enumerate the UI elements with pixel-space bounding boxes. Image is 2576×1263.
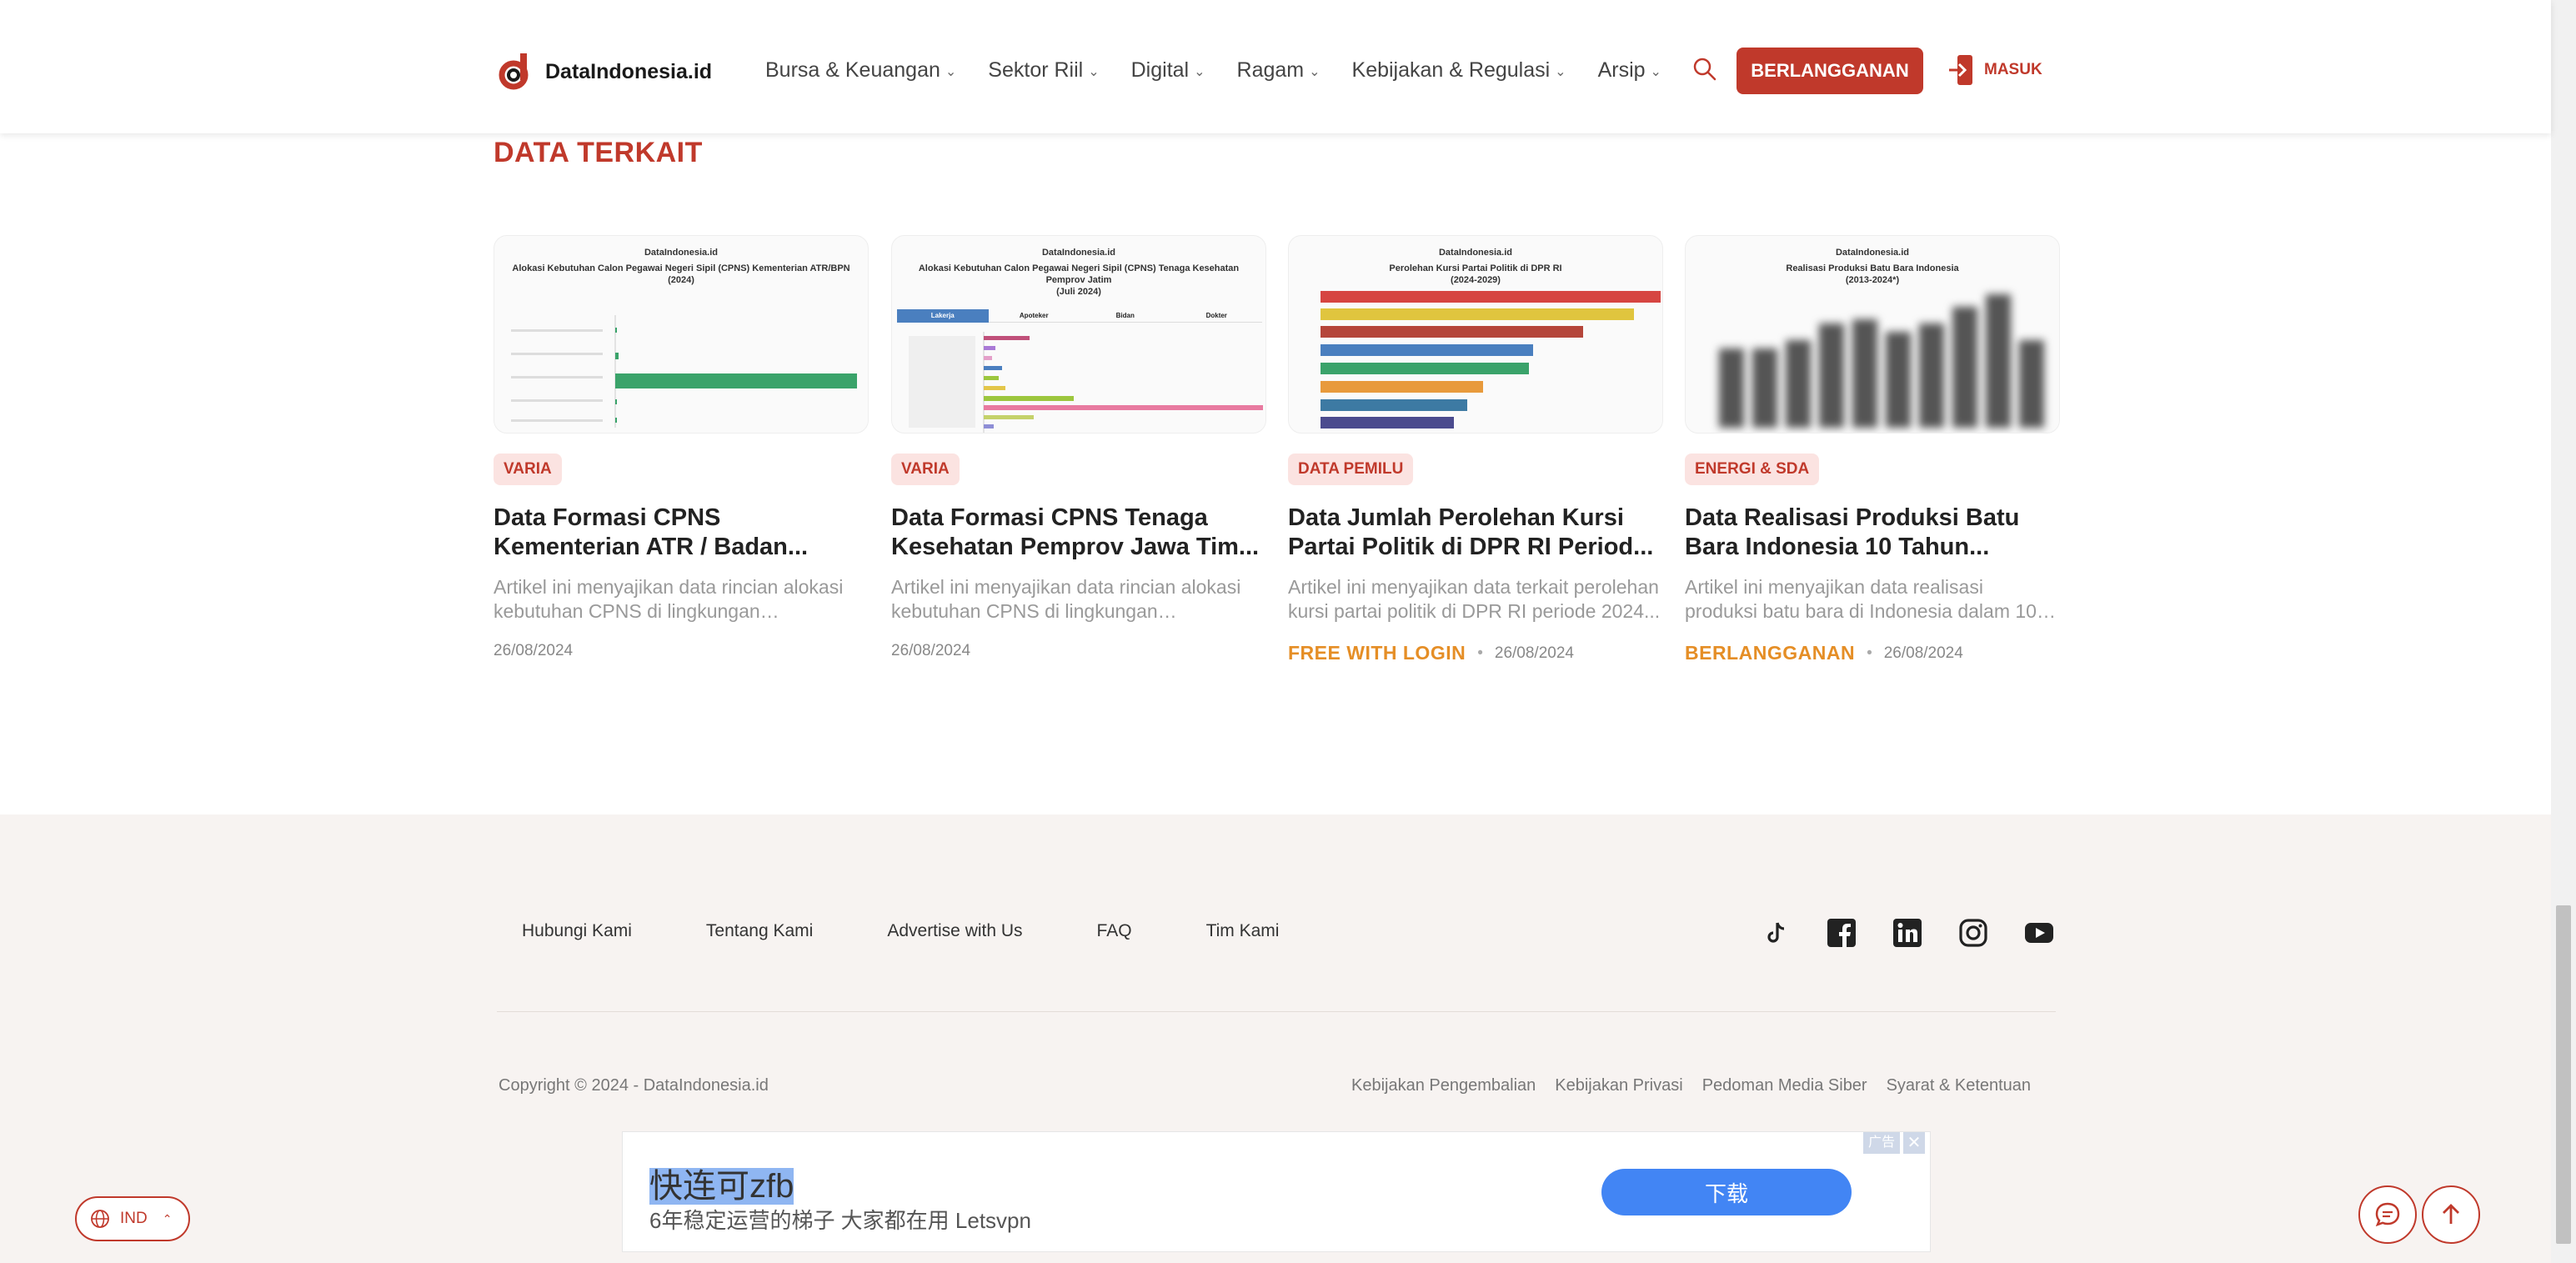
card-description: Artikel ini menyajikan data realisasi pr… (1685, 576, 2037, 622)
thumb-chart (511, 315, 857, 428)
blurred-chart (1719, 294, 2044, 428)
linkedin-icon[interactable] (1892, 918, 1922, 948)
language-selector[interactable]: IND ⌃ (75, 1196, 190, 1241)
chevron-down-icon: ⌄ (1555, 64, 1566, 79)
card-title[interactable]: Data Realisasi Produksi Batu Bara Indone… (1685, 504, 2060, 562)
logo-icon (499, 53, 529, 90)
scroll-top-button[interactable] (2422, 1185, 2480, 1244)
card-thumbnail[interactable]: DataIndonesia.id Realisasi Produksi Batu… (1685, 235, 2060, 434)
card-meta: BERLANGGANAN • 26/08/2024 (1685, 642, 2060, 664)
card-meta: FREE WITH LOGIN • 26/08/2024 (1288, 642, 1663, 664)
card-thumbnail[interactable]: DataIndonesia.id Alokasi Kebutuhan Calon… (494, 235, 869, 434)
ad-banner[interactable]: 快连可zfb 6年稳定运营的梯子 大家都在用 Letsvpn 下载 广告 ✕ (622, 1131, 1931, 1252)
chevron-down-icon: ⌄ (1650, 64, 1661, 79)
logo-text: DataIndonesia.id (545, 59, 713, 83)
footer-links: Hubungi Kami Tentang Kami Advertise with… (522, 921, 1279, 941)
footer-link-faq[interactable]: FAQ (1097, 921, 1132, 941)
related-card[interactable]: DataIndonesia.id Perolehan Kursi Partai … (1288, 235, 1663, 664)
separator-dot: • (1867, 644, 1872, 662)
main-nav: Bursa & Keuangan ⌄ Sektor Riil ⌄ Digital ⌄ … (765, 58, 1661, 83)
ad-badge: 广告 (1862, 1132, 1900, 1154)
chevron-up-icon: ⌃ (162, 1211, 173, 1225)
globe-icon (91, 1210, 109, 1228)
ad-download-button[interactable]: 下载 (1601, 1169, 1852, 1215)
card-description: Artikel ini menyajikan data rincian alok… (494, 576, 844, 622)
nav-arsip[interactable]: Arsip ⌄ (1598, 58, 1661, 83)
card-meta: 26/08/2024 (891, 642, 1266, 660)
youtube-icon[interactable] (2024, 918, 2054, 948)
site-header: DataIndonesia.id Bursa & Keuangan ⌄ Sekto… (0, 0, 2551, 133)
footer-divider (497, 1011, 2056, 1012)
ad-subtitle: 6年稳定运营的梯子 大家都在用 Letsvpn (649, 1208, 1031, 1233)
card-title[interactable]: Data Jumlah Perolehan Kursi Partai Polit… (1288, 504, 1663, 562)
card-date: 26/08/2024 (1494, 644, 1574, 662)
search-icon[interactable] (1692, 57, 1717, 82)
access-label[interactable]: FREE WITH LOGIN (1288, 642, 1466, 664)
card-meta: 26/08/2024 (494, 642, 869, 660)
chat-icon (2375, 1202, 2400, 1227)
footer-link-tentang-kami[interactable]: Tentang Kami (706, 921, 813, 941)
related-card[interactable]: DataIndonesia.id Realisasi Produksi Batu… (1685, 235, 2060, 664)
thumb-chart (909, 332, 1263, 433)
login-button[interactable]: MASUK (1947, 53, 2042, 87)
category-badge[interactable]: VARIA (494, 454, 562, 485)
category-badge[interactable]: DATA PEMILU (1288, 454, 1414, 485)
arrow-up-icon (2443, 1204, 2459, 1224)
ad-title[interactable]: 快连可zfb (649, 1159, 794, 1207)
copyright: Copyright © 2024 - DataIndonesia.id (499, 1076, 769, 1095)
footer-link-advertise[interactable]: Advertise with Us (887, 921, 1022, 941)
login-icon (1949, 55, 1972, 85)
thumb-chart (1321, 291, 1661, 429)
legal-link-kebijakan-pengembalian[interactable]: Kebijakan Pengembalian (1351, 1076, 1536, 1095)
chevron-down-icon: ⌄ (1309, 64, 1321, 79)
card-date: 26/08/2024 (494, 642, 574, 659)
scrollbar-thumb[interactable] (2556, 905, 2571, 1244)
section-title: DATA TERKAIT (494, 137, 703, 168)
tiktok-icon[interactable] (1761, 918, 1791, 948)
nav-kebijakan-regulasi[interactable]: Kebijakan & Regulasi ⌄ (1352, 58, 1566, 83)
category-badge[interactable]: ENERGI & SDA (1685, 454, 1820, 485)
card-description: Artikel ini menyajikan data rincian alok… (891, 576, 1241, 622)
card-description: Artikel ini menyajikan data terkait pero… (1288, 576, 1661, 622)
card-date: 26/08/2024 (1883, 644, 1963, 662)
nav-sektor-riil[interactable]: Sektor Riil ⌄ (988, 58, 1099, 83)
legal-links: Kebijakan Pengembalian Kebijakan Privasi… (1351, 1076, 2031, 1095)
separator-dot: • (1477, 644, 1483, 662)
nav-bursa-keuangan[interactable]: Bursa & Keuangan ⌄ (765, 58, 956, 83)
access-label[interactable]: BERLANGGANAN (1685, 642, 1855, 664)
card-thumbnail[interactable]: DataIndonesia.id Alokasi Kebutuhan Calon… (891, 235, 1266, 434)
nav-ragam[interactable]: Ragam ⌄ (1237, 58, 1321, 83)
chat-button[interactable] (2358, 1185, 2417, 1244)
page-scrollbar[interactable] (2551, 0, 2576, 1263)
close-icon[interactable]: ✕ (1903, 1132, 1925, 1154)
legal-link-syarat-ketentuan[interactable]: Syarat & Ketentuan (1887, 1076, 2031, 1095)
login-label: MASUK (1984, 61, 2042, 78)
related-card[interactable]: DataIndonesia.id Alokasi Kebutuhan Calon… (494, 235, 869, 660)
legal-link-kebijakan-privasi[interactable]: Kebijakan Privasi (1555, 1076, 1682, 1095)
social-links (1761, 918, 2054, 948)
card-title[interactable]: Data Formasi CPNS Kementerian ATR / Bada… (494, 504, 869, 562)
card-date: 26/08/2024 (891, 642, 971, 659)
card-thumbnail[interactable]: DataIndonesia.id Perolehan Kursi Partai … (1288, 235, 1663, 434)
legal-link-pedoman-media-siber[interactable]: Pedoman Media Siber (1702, 1076, 1867, 1095)
footer-link-hubungi-kami[interactable]: Hubungi Kami (522, 921, 632, 941)
nav-digital[interactable]: Digital ⌄ (1131, 58, 1205, 83)
language-label: IND (120, 1210, 148, 1227)
card-title[interactable]: Data Formasi CPNS Tenaga Kesehatan Pempr… (891, 504, 1266, 562)
subscribe-button[interactable]: BERLANGGANAN (1737, 48, 1923, 94)
chevron-down-icon: ⌄ (1088, 64, 1100, 79)
footer-link-tim-kami[interactable]: Tim Kami (1206, 921, 1280, 941)
facebook-icon[interactable] (1827, 918, 1857, 948)
site-logo[interactable]: DataIndonesia.id (497, 52, 712, 92)
related-card[interactable]: DataIndonesia.id Alokasi Kebutuhan Calon… (891, 235, 1266, 660)
chevron-down-icon: ⌄ (1194, 64, 1205, 79)
category-badge[interactable]: VARIA (891, 454, 960, 485)
chevron-down-icon: ⌄ (945, 64, 957, 79)
instagram-icon[interactable] (1958, 918, 1988, 948)
